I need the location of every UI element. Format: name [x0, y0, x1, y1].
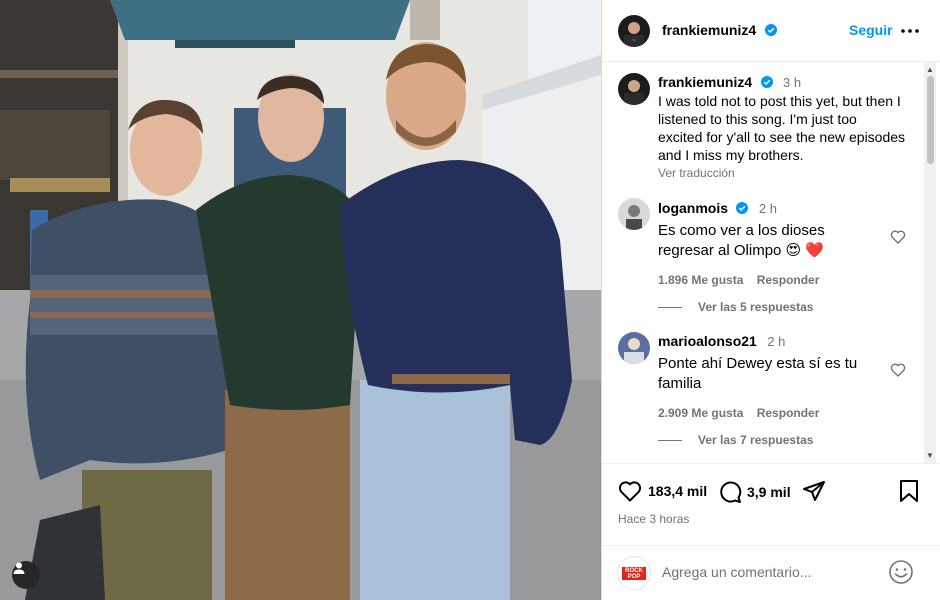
- actions-bar: [602, 463, 940, 464]
- comment-likes[interactable]: 2.909 Me gusta: [658, 406, 743, 420]
- replies-line: [658, 440, 682, 442]
- caption-avatar[interactable]: [618, 73, 650, 105]
- comment-button[interactable]: 3,9 mil: [718, 480, 791, 504]
- scrollbar-thumb[interactable]: [927, 76, 934, 164]
- bookmark-icon[interactable]: [898, 479, 920, 503]
- avatar-image: [626, 205, 642, 230]
- share-icon[interactable]: [802, 479, 826, 503]
- comments-area[interactable]: frankiemuniz4 3 h I was told not to post…: [602, 62, 940, 462]
- heart-icon: [618, 481, 642, 502]
- scroll-down-icon[interactable]: ▼: [926, 452, 934, 460]
- comment-text: Ponte ahí Dewey esta sí es tu familia: [658, 354, 898, 394]
- comment-likes[interactable]: 1.896 Me gusta: [658, 273, 743, 287]
- caption-line: I was told not to post this yet, but the…: [658, 93, 901, 109]
- caption-text: I was told not to post this yet, but the…: [658, 92, 918, 164]
- view-replies[interactable]: Ver las 7 respuestas: [658, 433, 813, 447]
- svg-text:~: ~: [633, 38, 636, 44]
- caption-time[interactable]: 3 h: [783, 75, 801, 90]
- header-username[interactable]: frankiemuniz4: [662, 22, 756, 38]
- comments-count: 3,9 mil: [747, 484, 791, 500]
- comment-text: Es como ver a los dioses regresar al Oli…: [658, 221, 898, 261]
- view-replies-label: Ver las 7 respuestas: [698, 433, 814, 447]
- comment-item: loganmois 2 h Es como ver a los dioses r…: [658, 200, 898, 287]
- reply-button[interactable]: Responder: [757, 273, 820, 287]
- replies-line: [658, 307, 682, 309]
- follow-button[interactable]: Seguir: [849, 22, 893, 38]
- caption-line: and I miss my brothers.: [658, 147, 804, 163]
- comment-meta: 2.909 Me gusta Responder: [658, 406, 898, 420]
- comment-item: marioalonso21 2 h Ponte ahí Dewey esta s…: [658, 333, 898, 420]
- comment-like-icon[interactable]: [890, 362, 906, 378]
- comment-meta: 1.896 Me gusta Responder: [658, 273, 898, 287]
- avatar-image: [624, 80, 644, 105]
- comment-username[interactable]: marioalonso21: [658, 333, 757, 349]
- author-avatar[interactable]: ~: [618, 15, 650, 47]
- likes-count: 183,4 mil: [648, 483, 708, 499]
- caption-line: listened to this song. I'm just too: [658, 111, 857, 127]
- add-comment-bar: ROCK POP Agrega un comentario...: [602, 545, 940, 600]
- comment-username[interactable]: loganmois: [658, 200, 728, 216]
- translate-link[interactable]: Ver traducción: [658, 166, 918, 180]
- comment-input[interactable]: Agrega un comentario...: [662, 564, 811, 580]
- avatar-badge: ROCK POP: [622, 567, 646, 580]
- current-user-avatar[interactable]: ROCK POP: [617, 556, 651, 590]
- more-icon[interactable]: [900, 22, 920, 40]
- caption-username[interactable]: frankiemuniz4: [658, 74, 752, 90]
- post-header: ~ frankiemuniz4 Seguir: [602, 0, 940, 62]
- header-user: frankiemuniz4: [662, 22, 777, 40]
- verified-icon: [764, 24, 777, 36]
- reply-button[interactable]: Responder: [757, 406, 820, 420]
- comment-line: Es como ver a los dioses: [658, 222, 825, 239]
- verified-icon: [760, 76, 773, 88]
- emoji-icon[interactable]: [888, 559, 914, 585]
- avatar-image: [624, 338, 644, 364]
- comment-line: regresar al Olimpo 😍 ❤️: [658, 242, 825, 259]
- posted-time[interactable]: Hace 3 horas: [618, 512, 689, 526]
- comment-avatar[interactable]: [618, 332, 650, 364]
- caption: frankiemuniz4 3 h I was told not to post…: [658, 74, 918, 180]
- comment-icon: [720, 481, 742, 503]
- post-photo[interactable]: [0, 0, 601, 600]
- avatar-image: ~: [624, 22, 644, 47]
- photo-scene: [0, 0, 601, 600]
- like-button[interactable]: 183,4 mil: [618, 480, 707, 502]
- post-sidebar: ~ frankiemuniz4 Seguir frankiemuniz4 3 h…: [601, 0, 940, 600]
- comment-avatar[interactable]: [618, 198, 650, 230]
- comment-like-icon[interactable]: [890, 229, 906, 245]
- view-replies[interactable]: Ver las 5 respuestas: [658, 300, 813, 314]
- comment-time[interactable]: 2 h: [759, 201, 777, 216]
- comment-time[interactable]: 2 h: [767, 334, 785, 349]
- tag-user-icon: [13, 562, 25, 574]
- tag-user-button[interactable]: [12, 561, 40, 589]
- verified-icon: [736, 202, 749, 214]
- caption-line: excited for y'all to see the new episode…: [658, 129, 906, 145]
- comment-line: familia: [658, 375, 702, 392]
- comment-line: Ponte ahí Dewey esta sí es tu: [658, 355, 858, 372]
- scroll-up-icon[interactable]: ▲: [926, 66, 934, 74]
- view-replies-label: Ver las 5 respuestas: [698, 300, 814, 314]
